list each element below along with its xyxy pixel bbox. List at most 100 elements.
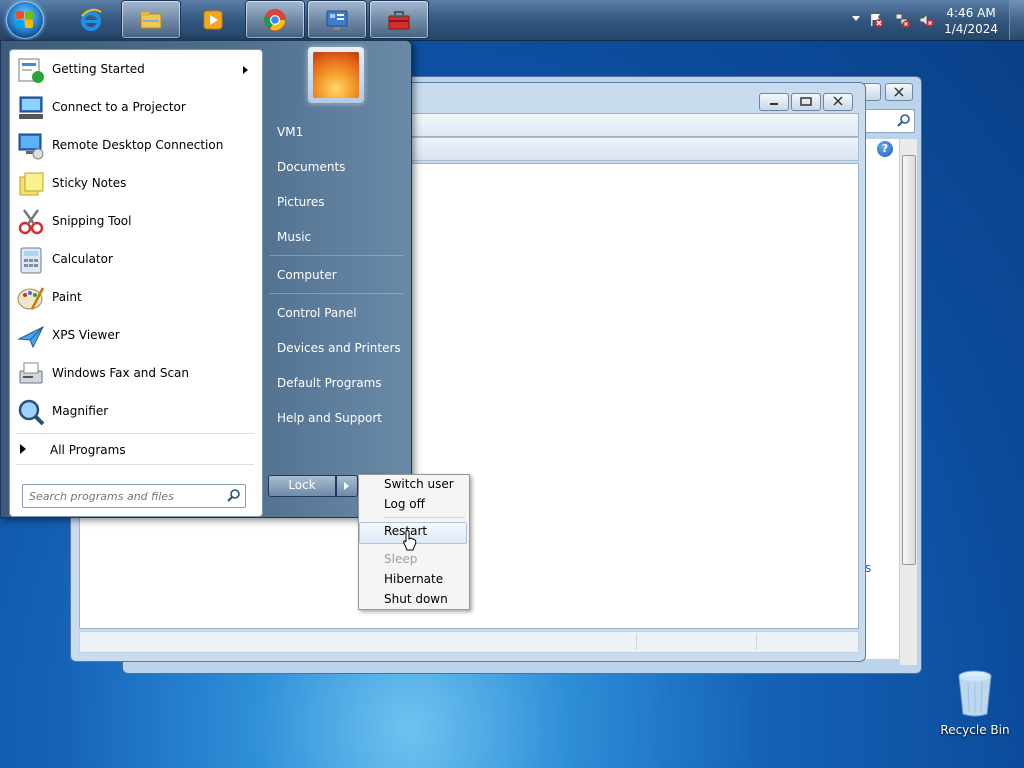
program-getting-started[interactable]: Getting Started (10, 51, 260, 89)
start-menu-programs-pane: Getting Started Connect to a Projector R… (9, 49, 263, 517)
rear-window-close-button[interactable] (885, 83, 913, 101)
expand-arrow-icon (20, 444, 26, 454)
status-bar (79, 631, 859, 653)
start-link-default-programs[interactable]: Default Programs (277, 376, 382, 390)
taskbar-toolbox-button[interactable] (370, 1, 428, 38)
snipping-tool-icon (18, 209, 44, 235)
toolbox-icon (388, 11, 410, 30)
taskbar: 4:46 AM 1/4/2024 (0, 0, 1024, 41)
clock-time: 4:46 AM (946, 6, 996, 20)
taskbar-media-player-button[interactable] (184, 1, 242, 38)
taskbar-chrome-button[interactable] (246, 1, 304, 38)
start-button[interactable] (6, 1, 44, 39)
program-label: Windows Fax and Scan (52, 366, 190, 380)
scrollbar-thumb[interactable] (902, 155, 916, 565)
all-programs-button[interactable]: All Programs (10, 438, 260, 462)
taskbar-control-panel-button[interactable] (308, 1, 366, 38)
fax-scan-icon (19, 362, 43, 384)
system-tray: 4:46 AM 1/4/2024 (824, 0, 1024, 40)
menu-item-sleep: Sleep (359, 550, 467, 570)
program-snipping-tool[interactable]: Snipping Tool (10, 203, 260, 241)
windows-logo-icon (16, 11, 34, 29)
program-magnifier[interactable]: Magnifier (10, 393, 260, 431)
program-label: Calculator (52, 252, 113, 266)
close-icon (894, 87, 904, 97)
show-hidden-icons-icon[interactable] (852, 16, 860, 21)
xps-viewer-icon (17, 325, 45, 349)
search-icon (897, 114, 910, 127)
action-center-flag-icon[interactable] (868, 12, 884, 28)
magnifier-icon (18, 399, 45, 426)
program-xps-viewer[interactable]: XPS Viewer (10, 317, 260, 355)
restore-icon (800, 97, 812, 106)
program-label: XPS Viewer (52, 328, 120, 342)
minimize-button[interactable] (759, 93, 789, 111)
media-player-icon (203, 10, 223, 30)
lock-button[interactable]: Lock (268, 475, 336, 497)
close-icon (833, 96, 843, 106)
start-link-computer[interactable]: Computer (277, 268, 337, 282)
help-icon[interactable]: ? (877, 141, 893, 157)
menu-item-hibernate[interactable]: Hibernate (359, 570, 467, 590)
start-link-devices-printers[interactable]: Devices and Printers (277, 341, 401, 355)
menu-item-label: Hibernate (384, 572, 444, 586)
paint-icon (17, 287, 45, 310)
program-label: Paint (52, 290, 82, 304)
program-label: Remote Desktop Connection (52, 138, 224, 152)
right-pane-divider (269, 255, 403, 256)
menu-separator (383, 517, 465, 518)
start-link-music[interactable]: Music (277, 230, 311, 244)
menu-item-label: Switch user (384, 477, 454, 491)
chrome-icon (264, 9, 286, 31)
program-label: Magnifier (52, 404, 109, 418)
taskbar-explorer-button[interactable] (122, 1, 180, 38)
menu-item-switch-user[interactable]: Switch user (359, 475, 467, 495)
show-desktop-button[interactable] (1009, 0, 1024, 40)
volume-muted-icon[interactable] (918, 12, 934, 28)
ie-icon (81, 8, 102, 31)
menu-item-shut-down[interactable]: Shut down (359, 590, 467, 610)
projector-icon (19, 96, 43, 119)
submenu-arrow-icon (243, 66, 248, 74)
clock-date: 1/4/2024 (944, 22, 998, 36)
program-label: Connect to a Projector (52, 100, 186, 114)
program-label: Snipping Tool (52, 214, 132, 228)
clock[interactable]: 4:46 AM 1/4/2024 (944, 5, 998, 37)
getting-started-icon (18, 58, 44, 83)
menu-item-log-off[interactable]: Log off (359, 495, 467, 515)
minimize-icon (770, 103, 778, 105)
program-remote-desktop[interactable]: Remote Desktop Connection (10, 127, 260, 165)
start-link-help-support[interactable]: Help and Support (277, 411, 382, 425)
program-connect-to-projector[interactable]: Connect to a Projector (10, 89, 260, 127)
taskbar-ie-button[interactable] (62, 1, 120, 38)
program-calculator[interactable]: Calculator (10, 241, 260, 279)
maximize-button[interactable] (791, 93, 821, 111)
start-search-box[interactable] (22, 484, 246, 508)
start-link-vm1[interactable]: VM1 (277, 125, 303, 139)
program-sticky-notes[interactable]: Sticky Notes (10, 165, 260, 203)
network-icon[interactable] (894, 12, 910, 28)
search-icon (227, 489, 240, 502)
menu-item-label: Log off (384, 497, 425, 511)
menu-item-label: Shut down (384, 592, 448, 606)
recycle-bin[interactable]: Recycle Bin (936, 670, 1014, 744)
program-paint[interactable]: Paint (10, 279, 260, 317)
start-link-control-panel[interactable]: Control Panel (277, 306, 357, 320)
user-avatar[interactable] (308, 47, 364, 103)
arrow-right-icon (344, 482, 349, 490)
shutdown-options-button[interactable] (336, 475, 358, 497)
start-link-pictures[interactable]: Pictures (277, 195, 325, 209)
user-picture-flower (313, 52, 359, 98)
recycle-bin-icon (958, 670, 992, 717)
mouse-cursor-hand-icon (403, 530, 417, 551)
programs-divider (16, 433, 254, 434)
start-menu: Getting Started Connect to a Projector R… (0, 40, 412, 518)
start-search-input[interactable] (27, 487, 221, 505)
sticky-notes-icon (19, 172, 44, 196)
control-panel-icon (326, 10, 348, 30)
close-button[interactable] (823, 93, 853, 111)
program-fax-and-scan[interactable]: Windows Fax and Scan (10, 355, 260, 393)
start-link-documents[interactable]: Documents (277, 160, 345, 174)
rear-window-search-box[interactable] (865, 109, 915, 133)
rear-window-scrollbar[interactable] (899, 139, 917, 665)
